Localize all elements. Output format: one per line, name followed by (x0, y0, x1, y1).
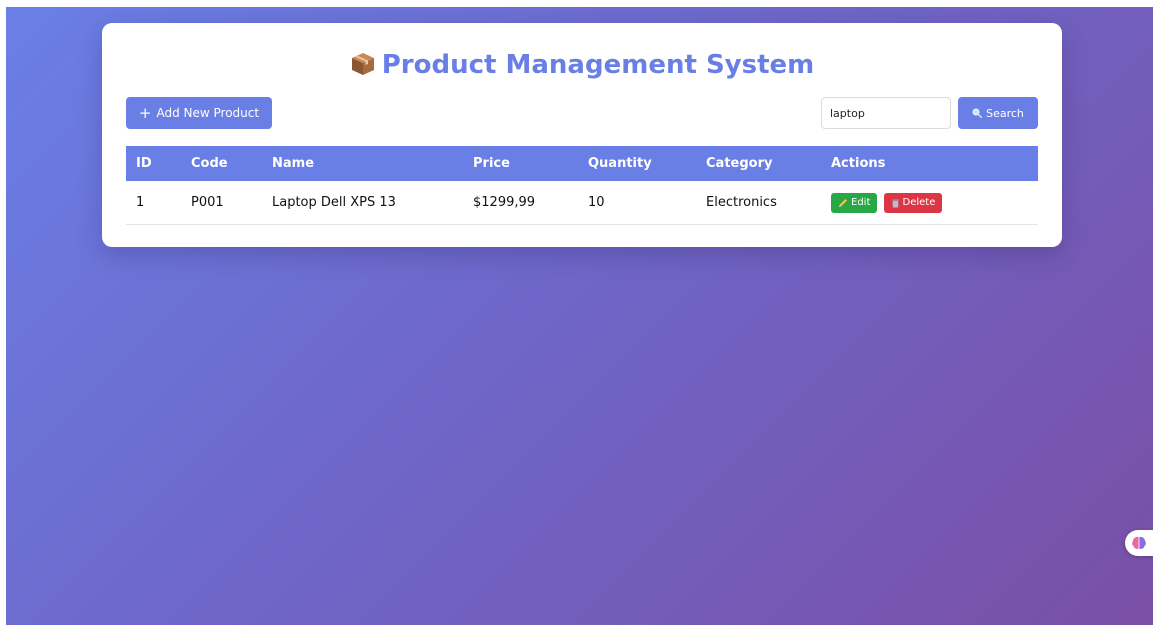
cell-actions: Edit Delete (821, 181, 1038, 225)
floating-assistant-button[interactable] (1125, 530, 1153, 556)
edit-button[interactable]: Edit (831, 192, 878, 213)
add-product-label: Add New Product (156, 106, 260, 120)
search-button[interactable]: Search (958, 97, 1038, 129)
cell-code: P001 (181, 181, 262, 225)
table-row: 1 P001 Laptop Dell XPS 13 $1299,99 10 El… (126, 181, 1038, 225)
add-product-button[interactable]: + Add New Product (126, 97, 272, 129)
column-header-actions: Actions (821, 146, 1038, 181)
page-title-text: Product Management System (381, 50, 815, 80)
products-table: ID Code Name Price Quantity Category Act… (126, 146, 1038, 225)
column-header-price: Price (463, 146, 578, 181)
page-title: Product Management System (102, 49, 1062, 81)
trash-icon (891, 199, 899, 207)
delete-button-label: Delete (902, 197, 936, 208)
search-input[interactable] (821, 97, 951, 129)
page-background: Product Management System + Add New Prod… (6, 7, 1153, 625)
search-button-label: Search (986, 106, 1024, 120)
column-header-quantity: Quantity (578, 146, 696, 181)
delete-button[interactable]: Delete (883, 192, 943, 213)
cell-category: Electronics (696, 181, 821, 225)
magnifier-icon (972, 108, 983, 118)
main-card: Product Management System + Add New Prod… (102, 23, 1062, 247)
edit-button-label: Edit (851, 197, 871, 208)
cell-price: $1299,99 (463, 181, 578, 225)
cell-id: 1 (126, 181, 181, 225)
column-header-id: ID (126, 146, 181, 181)
table-header-row: ID Code Name Price Quantity Category Act… (126, 146, 1038, 181)
pencil-icon (839, 198, 847, 207)
package-icon (351, 53, 374, 75)
cell-quantity: 10 (578, 181, 696, 225)
brain-icon (1132, 536, 1146, 549)
column-header-code: Code (181, 146, 262, 181)
column-header-name: Name (262, 146, 463, 181)
plus-icon: + (138, 103, 152, 122)
column-header-category: Category (696, 146, 821, 181)
cell-name: Laptop Dell XPS 13 (262, 181, 463, 225)
